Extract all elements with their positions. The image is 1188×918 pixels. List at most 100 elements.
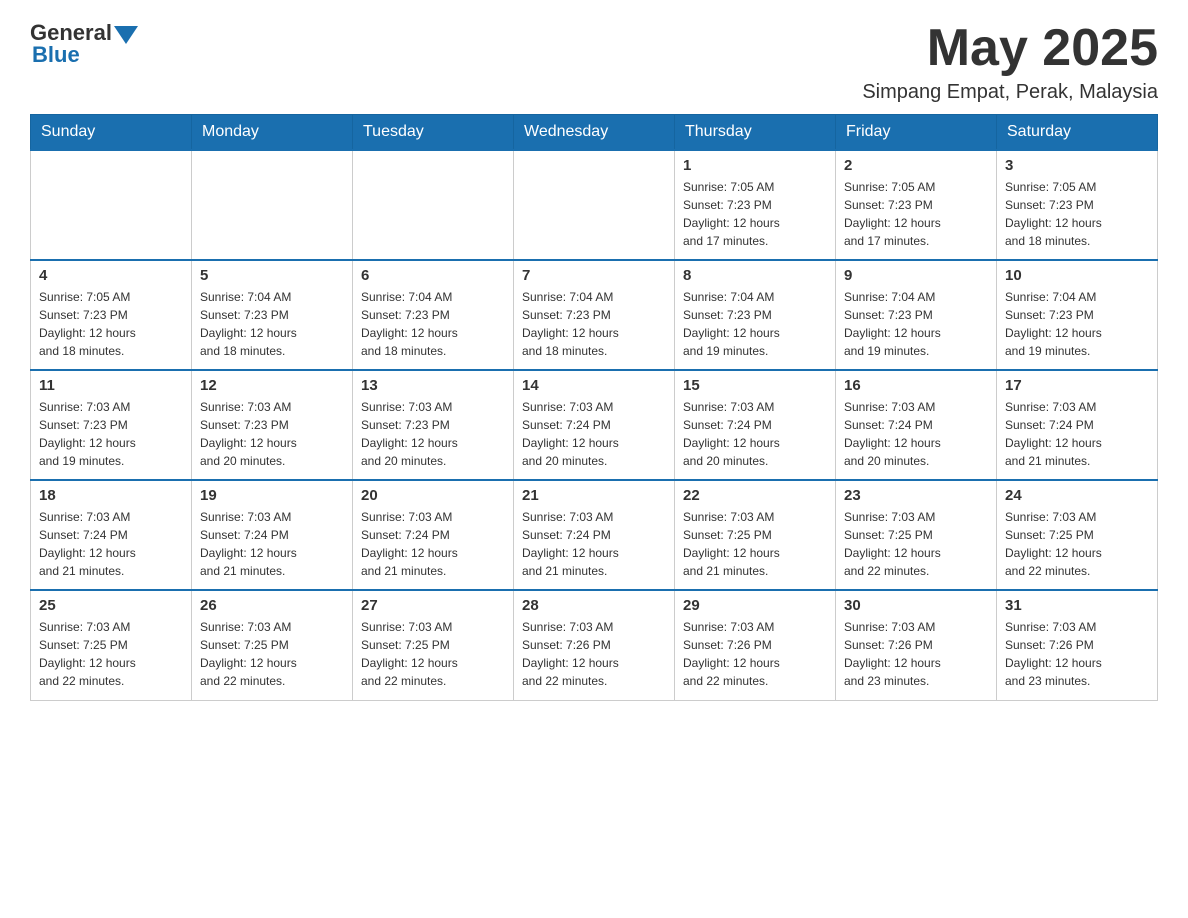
calendar-cell: 19 Sunrise: 7:03 AM Sunset: 7:24 PM Dayli… [192,480,353,590]
day-number: 29 [683,597,827,614]
day-number: 1 [683,157,827,174]
day-number: 13 [361,377,505,394]
day-info: Sunrise: 7:04 AM Sunset: 7:23 PM Dayligh… [522,288,666,360]
day-number: 12 [200,377,344,394]
day-number: 23 [844,487,988,504]
calendar-table: SundayMondayTuesdayWednesdayThursdayFrid… [30,114,1158,701]
calendar-cell: 18 Sunrise: 7:03 AM Sunset: 7:24 PM Dayli… [31,480,192,590]
calendar-cell [192,150,353,260]
day-number: 4 [39,267,183,284]
calendar-cell: 17 Sunrise: 7:03 AM Sunset: 7:24 PM Dayli… [997,370,1158,480]
day-info: Sunrise: 7:05 AM Sunset: 7:23 PM Dayligh… [844,178,988,250]
title-section: May 2025 Simpang Empat, Perak, Malaysia [862,20,1158,104]
location-title: Simpang Empat, Perak, Malaysia [862,81,1158,104]
day-info: Sunrise: 7:03 AM Sunset: 7:23 PM Dayligh… [361,398,505,470]
day-info: Sunrise: 7:03 AM Sunset: 7:23 PM Dayligh… [200,398,344,470]
calendar-week-row: 25 Sunrise: 7:03 AM Sunset: 7:25 PM Dayli… [31,590,1158,700]
weekday-header-saturday: Saturday [997,115,1158,151]
day-info: Sunrise: 7:05 AM Sunset: 7:23 PM Dayligh… [39,288,183,360]
day-info: Sunrise: 7:05 AM Sunset: 7:23 PM Dayligh… [1005,178,1149,250]
calendar-cell: 29Sunrise: 7:03 AM Sunset: 7:26 PM Dayli… [675,590,836,700]
calendar-cell: 4 Sunrise: 7:05 AM Sunset: 7:23 PM Daylig… [31,260,192,370]
day-number: 22 [683,487,827,504]
day-number: 27 [361,597,505,614]
day-info: Sunrise: 7:03 AM Sunset: 7:23 PM Dayligh… [39,398,183,470]
calendar-cell: 13 Sunrise: 7:03 AM Sunset: 7:23 PM Dayli… [353,370,514,480]
calendar-cell [31,150,192,260]
calendar-cell: 31Sunrise: 7:03 AM Sunset: 7:26 PM Dayli… [997,590,1158,700]
day-info: Sunrise: 7:03 AM Sunset: 7:24 PM Dayligh… [1005,398,1149,470]
day-number: 30 [844,597,988,614]
day-info: Sunrise: 7:03 AM Sunset: 7:25 PM Dayligh… [844,508,988,580]
logo: General Blue [30,20,138,68]
day-number: 25 [39,597,183,614]
day-info: Sunrise: 7:03 AM Sunset: 7:24 PM Dayligh… [200,508,344,580]
calendar-cell: 24 Sunrise: 7:03 AM Sunset: 7:25 PM Dayli… [997,480,1158,590]
day-number: 21 [522,487,666,504]
calendar-cell [353,150,514,260]
day-info: Sunrise: 7:03 AM Sunset: 7:24 PM Dayligh… [683,398,827,470]
day-number: 28 [522,597,666,614]
calendar-cell: 21Sunrise: 7:03 AM Sunset: 7:24 PM Dayli… [514,480,675,590]
day-number: 10 [1005,267,1149,284]
day-number: 26 [200,597,344,614]
day-info: Sunrise: 7:03 AM Sunset: 7:25 PM Dayligh… [200,618,344,690]
calendar-cell: 25 Sunrise: 7:03 AM Sunset: 7:25 PM Dayli… [31,590,192,700]
day-info: Sunrise: 7:04 AM Sunset: 7:23 PM Dayligh… [361,288,505,360]
calendar-cell: 27Sunrise: 7:03 AM Sunset: 7:25 PM Dayli… [353,590,514,700]
day-number: 2 [844,157,988,174]
day-info: Sunrise: 7:03 AM Sunset: 7:24 PM Dayligh… [522,398,666,470]
calendar-cell: 10Sunrise: 7:04 AM Sunset: 7:23 PM Dayli… [997,260,1158,370]
day-number: 18 [39,487,183,504]
weekday-header-wednesday: Wednesday [514,115,675,151]
calendar-cell: 14 Sunrise: 7:03 AM Sunset: 7:24 PM Dayli… [514,370,675,480]
day-info: Sunrise: 7:03 AM Sunset: 7:25 PM Dayligh… [683,508,827,580]
day-number: 20 [361,487,505,504]
calendar-week-row: 4 Sunrise: 7:05 AM Sunset: 7:23 PM Daylig… [31,260,1158,370]
calendar-cell: 26 Sunrise: 7:03 AM Sunset: 7:25 PM Dayli… [192,590,353,700]
calendar-cell: 16 Sunrise: 7:03 AM Sunset: 7:24 PM Dayli… [836,370,997,480]
day-number: 19 [200,487,344,504]
day-info: Sunrise: 7:03 AM Sunset: 7:26 PM Dayligh… [1005,618,1149,690]
day-info: Sunrise: 7:05 AM Sunset: 7:23 PM Dayligh… [683,178,827,250]
day-number: 3 [1005,157,1149,174]
weekday-header-friday: Friday [836,115,997,151]
page-header: General Blue May 2025 Simpang Empat, Per… [30,20,1158,104]
calendar-cell: 11 Sunrise: 7:03 AM Sunset: 7:23 PM Dayli… [31,370,192,480]
day-info: Sunrise: 7:03 AM Sunset: 7:26 PM Dayligh… [844,618,988,690]
calendar-cell: 15 Sunrise: 7:03 AM Sunset: 7:24 PM Dayli… [675,370,836,480]
calendar-cell: 20Sunrise: 7:03 AM Sunset: 7:24 PM Dayli… [353,480,514,590]
day-number: 11 [39,377,183,394]
day-info: Sunrise: 7:04 AM Sunset: 7:23 PM Dayligh… [683,288,827,360]
day-number: 6 [361,267,505,284]
calendar-cell: 9Sunrise: 7:04 AM Sunset: 7:23 PM Daylig… [836,260,997,370]
calendar-week-row: 18 Sunrise: 7:03 AM Sunset: 7:24 PM Dayli… [31,480,1158,590]
calendar-cell: 7 Sunrise: 7:04 AM Sunset: 7:23 PM Daylig… [514,260,675,370]
day-number: 8 [683,267,827,284]
calendar-cell: 28 Sunrise: 7:03 AM Sunset: 7:26 PM Dayli… [514,590,675,700]
calendar-week-row: 11 Sunrise: 7:03 AM Sunset: 7:23 PM Dayli… [31,370,1158,480]
calendar-cell: 2 Sunrise: 7:05 AM Sunset: 7:23 PM Daylig… [836,150,997,260]
day-number: 16 [844,377,988,394]
calendar-cell: 23 Sunrise: 7:03 AM Sunset: 7:25 PM Dayli… [836,480,997,590]
day-number: 5 [200,267,344,284]
logo-blue-text: Blue [32,42,80,68]
calendar-cell: 5Sunrise: 7:04 AM Sunset: 7:23 PM Daylig… [192,260,353,370]
calendar-cell: 30 Sunrise: 7:03 AM Sunset: 7:26 PM Dayli… [836,590,997,700]
day-info: Sunrise: 7:03 AM Sunset: 7:25 PM Dayligh… [1005,508,1149,580]
day-info: Sunrise: 7:03 AM Sunset: 7:25 PM Dayligh… [39,618,183,690]
weekday-header-tuesday: Tuesday [353,115,514,151]
day-number: 17 [1005,377,1149,394]
weekday-header-sunday: Sunday [31,115,192,151]
day-number: 7 [522,267,666,284]
day-number: 24 [1005,487,1149,504]
calendar-cell [514,150,675,260]
calendar-cell: 1 Sunrise: 7:05 AM Sunset: 7:23 PM Daylig… [675,150,836,260]
day-info: Sunrise: 7:03 AM Sunset: 7:24 PM Dayligh… [39,508,183,580]
day-number: 15 [683,377,827,394]
calendar-header-row: SundayMondayTuesdayWednesdayThursdayFrid… [31,115,1158,151]
day-info: Sunrise: 7:03 AM Sunset: 7:24 PM Dayligh… [844,398,988,470]
day-info: Sunrise: 7:03 AM Sunset: 7:26 PM Dayligh… [522,618,666,690]
calendar-cell: 8 Sunrise: 7:04 AM Sunset: 7:23 PM Daylig… [675,260,836,370]
day-number: 14 [522,377,666,394]
